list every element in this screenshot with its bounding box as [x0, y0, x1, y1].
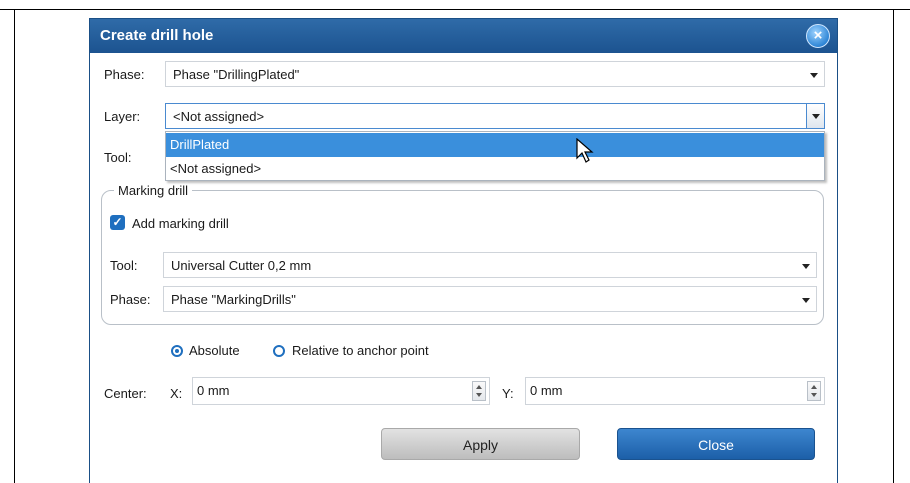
- frame-left-line: [14, 9, 15, 483]
- layer-option-not-assigned[interactable]: <Not assigned>: [166, 157, 824, 181]
- center-y-spinner[interactable]: [807, 381, 821, 401]
- chevron-down-icon: [802, 298, 810, 303]
- absolute-radio[interactable]: [171, 345, 183, 357]
- close-button[interactable]: Close: [617, 428, 815, 460]
- layer-option-label: DrillPlated: [170, 137, 230, 152]
- layer-select[interactable]: <Not assigned>: [165, 103, 825, 129]
- center-x-value: 0 mm: [197, 383, 230, 398]
- spin-down-icon: [476, 393, 482, 397]
- apply-button[interactable]: Apply: [381, 428, 580, 460]
- phase-select[interactable]: Phase "DrillingPlated": [165, 61, 825, 87]
- center-y-value: 0 mm: [530, 383, 563, 398]
- marking-drill-legend: Marking drill: [114, 183, 193, 198]
- dialog-title: Create drill hole: [100, 27, 214, 44]
- center-x-label: X:: [170, 386, 183, 401]
- tool-label: Tool:: [104, 150, 132, 165]
- layer-option-drillplated[interactable]: DrillPlated: [166, 133, 824, 157]
- chevron-down-icon: [812, 114, 820, 119]
- layer-label: Layer:: [104, 109, 141, 124]
- add-marking-drill-checkbox[interactable]: ✓: [110, 215, 125, 230]
- frame-top-line: [0, 9, 910, 10]
- marking-phase-label: Phase:: [110, 292, 151, 307]
- marking-tool-value: Universal Cutter 0,2 mm: [171, 258, 312, 273]
- center-x-input[interactable]: 0 mm: [192, 377, 490, 405]
- marking-tool-label: Tool:: [110, 258, 138, 273]
- chevron-down-icon: [810, 73, 818, 78]
- chevron-down-icon: [802, 264, 810, 269]
- center-x-spinner[interactable]: [472, 381, 486, 401]
- frame-right-line: [893, 9, 894, 483]
- spin-up-icon: [811, 385, 817, 389]
- spin-up-icon: [476, 385, 482, 389]
- add-marking-drill-label: Add marking drill: [132, 216, 229, 231]
- layer-dropdown-list: DrillPlated <Not assigned>: [165, 131, 825, 181]
- center-y-input[interactable]: 0 mm: [525, 377, 825, 405]
- marking-phase-select[interactable]: Phase "MarkingDrills": [163, 286, 817, 312]
- close-icon[interactable]: ×: [806, 24, 830, 48]
- relative-anchor-label: Relative to anchor point: [292, 343, 429, 358]
- marking-phase-value: Phase "MarkingDrills": [171, 292, 296, 307]
- phase-label: Phase:: [104, 67, 145, 82]
- absolute-label: Absolute: [189, 343, 240, 358]
- layer-dropdown-button[interactable]: [806, 104, 824, 128]
- spin-down-icon: [811, 393, 817, 397]
- relative-anchor-radio[interactable]: [273, 345, 285, 357]
- center-label: Center:: [104, 386, 147, 401]
- mouse-cursor-icon: [576, 138, 594, 163]
- marking-tool-select[interactable]: Universal Cutter 0,2 mm: [163, 252, 817, 278]
- layer-option-label: <Not assigned>: [170, 161, 262, 176]
- layer-select-value: <Not assigned>: [173, 109, 265, 124]
- center-y-label: Y:: [502, 386, 514, 401]
- dialog-titlebar: Create drill hole ×: [90, 19, 837, 53]
- phase-select-value: Phase "DrillingPlated": [173, 67, 300, 82]
